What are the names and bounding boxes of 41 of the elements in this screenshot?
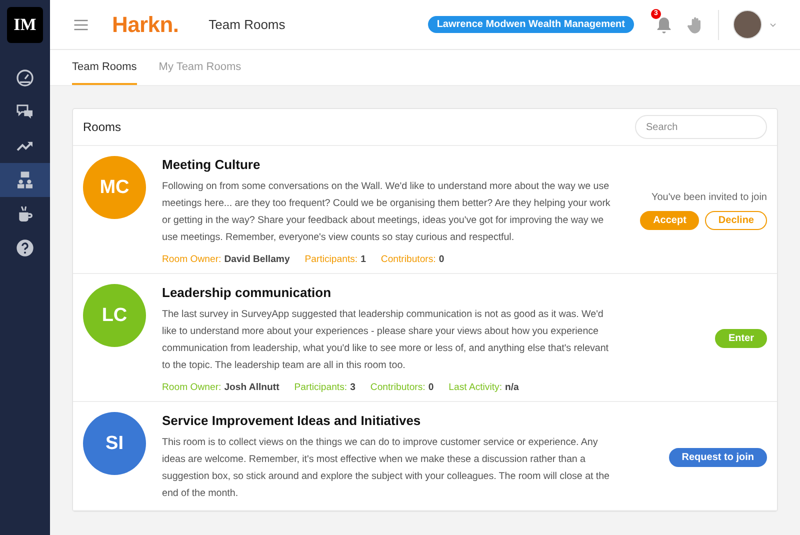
room-action-button[interactable]: Decline bbox=[705, 210, 767, 230]
organization-badge[interactable]: Lawrence Modwen Wealth Management bbox=[428, 16, 634, 33]
meta-label: Last Activity: bbox=[448, 382, 502, 393]
meta-value: 0 bbox=[438, 254, 444, 265]
gauge-icon bbox=[15, 68, 35, 88]
meta-label: Room Owner: bbox=[162, 254, 222, 265]
user-avatar[interactable] bbox=[733, 10, 762, 39]
meta-value: n/a bbox=[505, 382, 519, 393]
meta-value: 3 bbox=[350, 382, 356, 393]
meta-label: Contributors: bbox=[380, 254, 436, 265]
meta-value: 0 bbox=[428, 382, 434, 393]
page-title: Team Rooms bbox=[208, 17, 286, 32]
people-chart-icon bbox=[15, 170, 35, 190]
room-description: Following on from some conversations on the Wall. We'd like to understand more about the way we use meetings here... are they too frequent? Could we be organising them better? Are they helping your work or getting in the way? Share your feedback about meetings, ideas you've got for improving the way we use meetings. Remember, everyone's view counts so stay curious and respectful. bbox=[162, 180, 612, 245]
room-avatar: MC bbox=[83, 156, 146, 219]
room-title[interactable]: Leadership communication bbox=[162, 285, 614, 300]
nav-item[interactable] bbox=[0, 163, 50, 197]
meta-label: Participants: bbox=[304, 254, 358, 265]
panel-title: Rooms bbox=[83, 120, 122, 134]
room-action-button[interactable]: Accept bbox=[640, 210, 700, 230]
meta-value: David Bellamy bbox=[224, 254, 290, 265]
app-logo[interactable]: IM bbox=[7, 7, 43, 43]
room-avatar: SI bbox=[83, 412, 146, 475]
invite-note: You've been invited to join bbox=[651, 192, 767, 202]
room-title[interactable]: Meeting Culture bbox=[162, 157, 614, 172]
room-description: The last survey in SurveyApp suggested that leadership communication is not as good as it was. We'd like to understand more about your experiences - please share your views about how you experience communication from leadership, what you'd like to see more or less of, and anything else that's relevant to the topic. The leadership team are all in this room too. bbox=[162, 308, 610, 373]
meta-label: Contributors: bbox=[370, 382, 426, 393]
room-action-button[interactable]: Enter bbox=[715, 329, 767, 348]
search-field[interactable]: Search bbox=[635, 115, 767, 139]
help-icon bbox=[15, 238, 35, 258]
room-description: This room is to collect views on the things we can do to improve customer service or experience. Any ideas are welcome. Remember, it's most effective when we make these a discussion rather than a suggestion box, so stick around and explore the subject with your colleagues. The room will close at the end of the month. bbox=[162, 436, 610, 501]
tab[interactable]: My Team Rooms bbox=[158, 50, 242, 85]
room-action-button[interactable]: Request to join bbox=[668, 448, 767, 466]
tab[interactable]: Team Rooms bbox=[72, 50, 137, 85]
meta-value: 1 bbox=[360, 254, 366, 265]
brand-logo[interactable]: Harkn. bbox=[112, 12, 179, 38]
meta-value: Josh Allnutt bbox=[224, 382, 280, 393]
meta-label: Participants: bbox=[294, 382, 348, 393]
room-avatar: LC bbox=[83, 284, 146, 347]
room-title[interactable]: Service Improvement Ideas and Initiatives bbox=[162, 413, 614, 428]
meta-label: Room Owner: bbox=[162, 382, 222, 393]
